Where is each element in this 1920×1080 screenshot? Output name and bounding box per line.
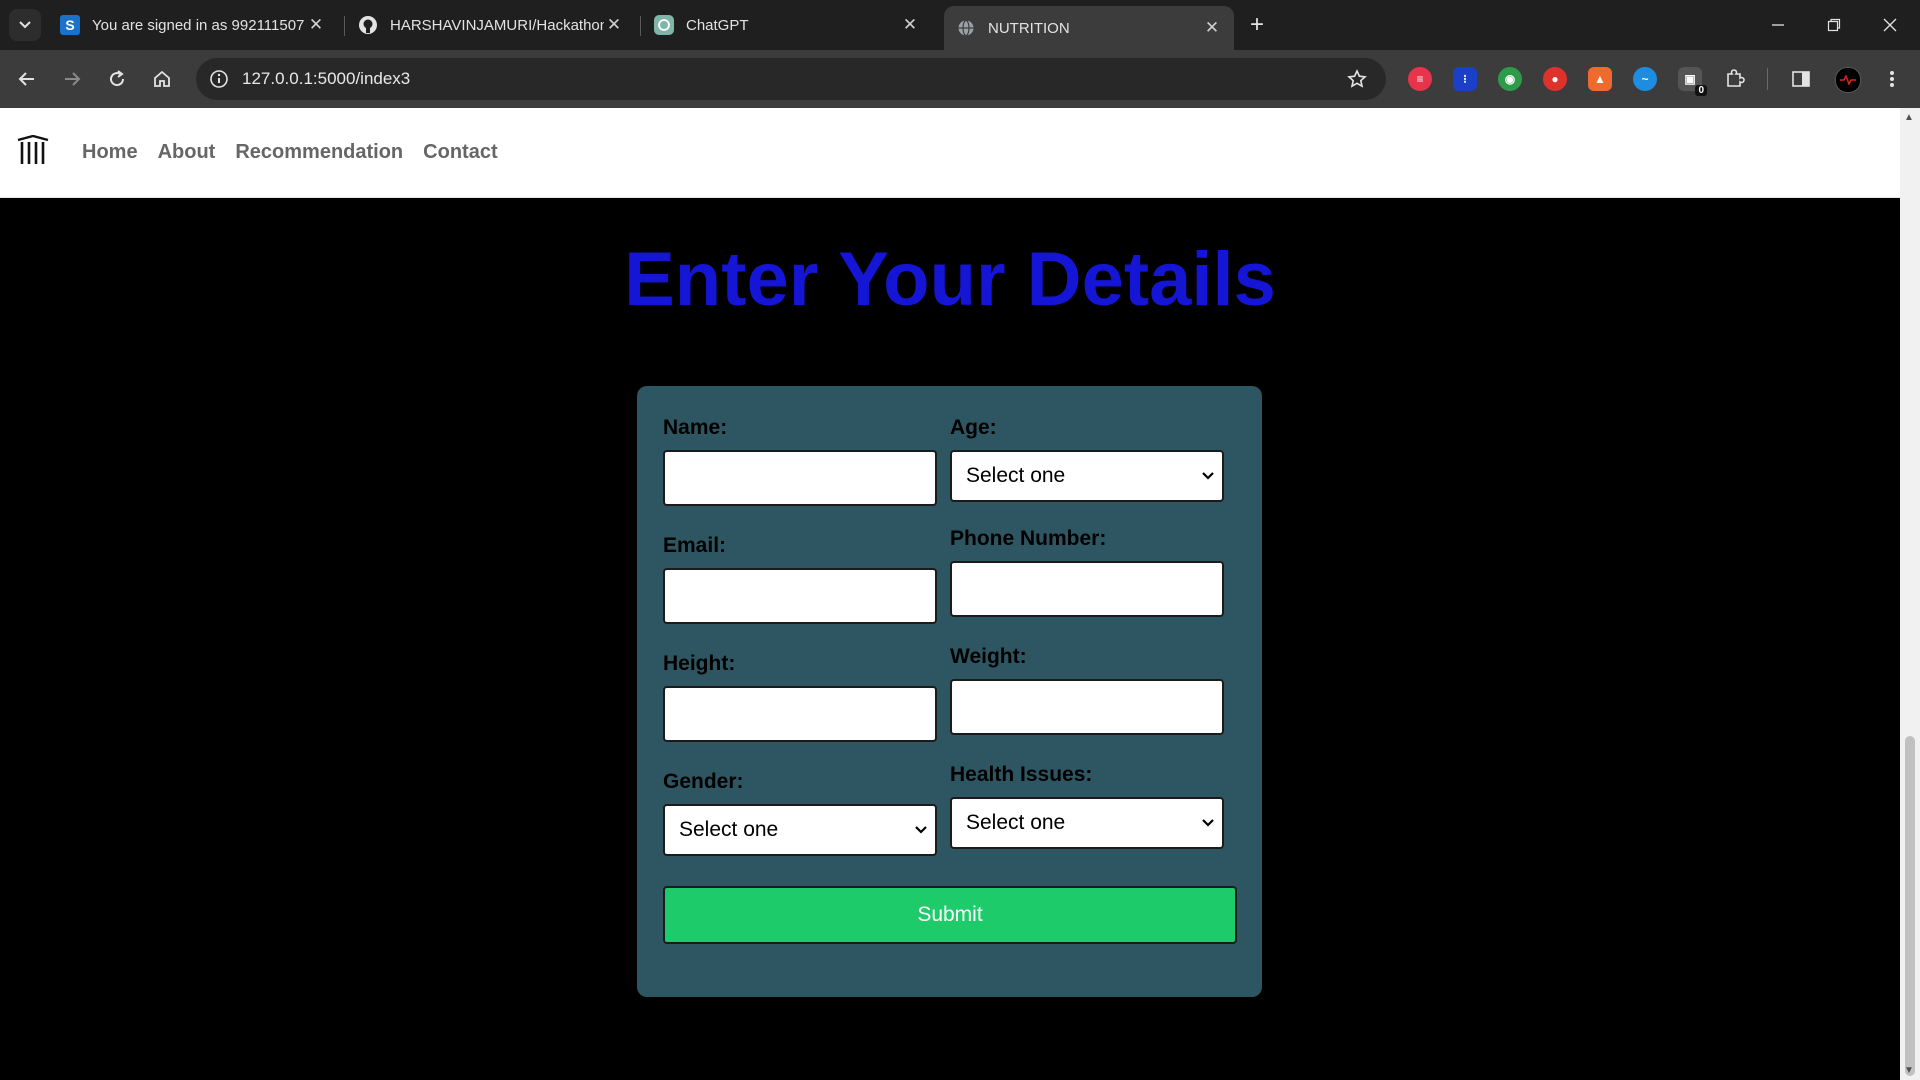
age-label: Age: [950,416,997,439]
phone-input[interactable] [950,561,1224,617]
close-tab-icon[interactable]: ✕ [306,15,326,35]
scroll-down-icon[interactable]: ▼ [1904,1065,1914,1076]
nav-recommendation-link[interactable]: Recommendation [235,141,403,164]
globe-icon [956,18,976,38]
close-window-button[interactable] [1862,0,1918,50]
chatgpt-icon [654,15,674,35]
arrow-left-icon [18,72,34,86]
gender-select-value: Select one [679,818,779,841]
browser-menu-icon[interactable] [1880,67,1904,91]
height-input[interactable] [663,686,937,742]
tab-title: ChatGPT [686,16,749,34]
tab-chatgpt[interactable]: ChatGPT ✕ [642,8,932,42]
name-label: Name: [663,416,728,439]
tab-github[interactable]: HARSHAVINJAMURI/Hackathon ✕ [346,8,636,42]
extension-badge-icon[interactable]: ▣ 0 [1678,67,1707,96]
forward-button[interactable] [57,64,87,94]
close-tab-icon[interactable]: ✕ [1202,18,1222,38]
page-viewport: Home About Recommendation Contact Enter … [0,108,1900,1080]
close-tab-icon[interactable]: ✕ [900,15,920,35]
arrow-right-icon [65,72,81,86]
home-icon [154,70,170,87]
s-app-icon: S [60,15,80,35]
extension-green-icon[interactable]: ◉ [1498,67,1522,91]
side-panel-icon[interactable] [1789,67,1813,91]
gender-select[interactable]: Select one [663,804,937,856]
extension-red-icon[interactable]: ≡ [1408,67,1432,91]
weight-input[interactable] [950,679,1224,735]
email-label: Email: [663,534,727,557]
tab-nutrition[interactable]: NUTRITION ✕ [944,6,1234,50]
nav-home-link[interactable]: Home [82,141,138,164]
health-issues-select-value: Select one [966,811,1066,834]
scroll-up-icon[interactable]: ▲ [1904,112,1914,123]
height-label: Height: [663,652,736,675]
close-tab-icon[interactable]: ✕ [604,15,624,35]
details-form: Name: Email: Height: Gender: Select one … [637,386,1262,997]
extensions-puzzle-icon[interactable] [1723,67,1747,91]
tab-title: HARSHAVINJAMURI/Hackathon [390,16,604,34]
extension-wave-icon[interactable]: ~ [1633,67,1657,91]
minimize-icon [1772,24,1784,26]
page-scrollbar[interactable]: ▲ ▼ [1900,108,1920,1080]
name-input[interactable] [663,450,937,506]
browser-toolbar: 127.0.0.1:5000/index3 ≡ ⁝ ◉ ● ▲ ~ ▣ 0 [0,50,1920,108]
chevron-down-icon [1202,472,1214,480]
site-navbar: Home About Recommendation Contact [0,108,1900,198]
extension-blue-icon[interactable]: ⁝ [1453,67,1477,91]
restore-button[interactable] [1806,0,1862,50]
home-button[interactable] [147,64,177,94]
chevron-down-icon [19,21,31,29]
nav-contact-link[interactable]: Contact [423,141,497,164]
tab-search-button[interactable] [9,9,41,41]
tab-signed-in[interactable]: S You are signed in as 992111507 ✕ [48,8,338,42]
submit-button[interactable]: Submit [663,886,1237,944]
toolbar-divider [1767,68,1768,90]
email-input[interactable] [663,568,937,624]
chevron-down-icon [1202,819,1214,827]
profile-avatar[interactable] [1835,67,1861,93]
page-title: Enter Your Details [624,237,1276,322]
extension-record-icon[interactable]: ● [1543,67,1567,91]
browser-tab-strip: S You are signed in as 992111507 ✕ HARSH… [0,0,1920,50]
new-tab-button[interactable]: + [1242,10,1272,40]
gender-label: Gender: [663,770,744,793]
url-text[interactable]: 127.0.0.1:5000/index3 [242,58,410,100]
restore-icon [1827,18,1841,32]
tab-divider [344,16,345,36]
minimize-button[interactable] [1750,0,1806,50]
age-select[interactable]: Select one [950,450,1224,502]
tab-divider [640,16,641,36]
close-icon [1883,18,1897,32]
columns-logo-icon[interactable] [16,134,50,170]
phone-label: Phone Number: [950,527,1107,550]
weight-label: Weight: [950,645,1027,668]
tab-title: NUTRITION [988,19,1070,37]
back-button[interactable] [12,64,42,94]
scrollbar-thumb[interactable] [1905,736,1915,1076]
health-issues-label: Health Issues: [950,763,1093,786]
reload-button[interactable] [102,64,132,94]
age-select-value: Select one [966,464,1066,487]
chevron-down-icon [915,826,927,834]
extension-badge-count: 0 [1695,85,1707,96]
address-bar[interactable]: 127.0.0.1:5000/index3 [196,58,1386,100]
bookmark-star-icon[interactable] [1342,64,1372,94]
health-issues-select[interactable]: Select one [950,797,1224,849]
nav-links: Home About Recommendation Contact [82,108,518,197]
reload-icon [110,70,125,87]
github-icon [358,15,378,35]
site-info-icon[interactable] [204,64,234,94]
extension-orange-icon[interactable]: ▲ [1588,67,1612,91]
tab-title: You are signed in as 992111507 [92,16,305,34]
nav-about-link[interactable]: About [158,141,216,164]
